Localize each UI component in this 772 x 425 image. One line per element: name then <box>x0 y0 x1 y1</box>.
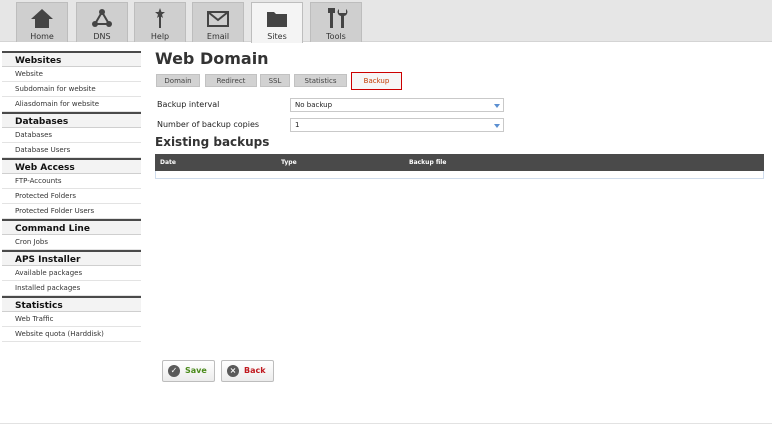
column-header-type[interactable]: Type <box>281 159 297 166</box>
column-header-date[interactable]: Date <box>160 159 176 166</box>
existing-backups-title: Existing backups <box>155 135 270 149</box>
chevron-down-icon <box>494 124 500 128</box>
sidebar-item-subdomain[interactable]: Subdomain for website <box>2 82 141 97</box>
top-navigation: Home DNS Help Email Sites Tools <box>0 0 772 43</box>
page-title: Web Domain <box>155 49 269 68</box>
backup-copies-label: Number of backup copies <box>157 120 260 129</box>
tools-icon <box>328 8 348 28</box>
backup-interval-select[interactable]: No backup <box>290 98 504 112</box>
dns-network-icon <box>92 9 112 27</box>
nav-tab-home[interactable]: Home <box>16 2 68 42</box>
footer-divider <box>0 423 772 424</box>
envelope-icon <box>207 11 229 27</box>
column-header-backup-file[interactable]: Backup file <box>409 159 446 166</box>
tab-backup[interactable]: Backup <box>351 72 402 90</box>
main-content: Web Domain Domain Redirect SSL Statistic… <box>155 48 765 179</box>
sidebar-item-protected-folder-users[interactable]: Protected Folder Users <box>2 204 141 219</box>
help-wand-icon <box>155 8 165 28</box>
save-button-label: Save <box>185 366 207 375</box>
home-icon <box>31 9 53 28</box>
nav-tab-dns[interactable]: DNS <box>76 2 128 42</box>
sidebar-item-website[interactable]: Website <box>2 67 141 82</box>
table-header: Date Type Backup file <box>155 154 764 171</box>
backup-copies-value: 1 <box>295 121 300 129</box>
folder-icon <box>267 12 287 27</box>
sidebar-section-web-access: Web Access <box>2 158 141 174</box>
sidebar-item-installed-packages[interactable]: Installed packages <box>2 281 141 296</box>
table-empty-row <box>155 171 764 179</box>
back-button[interactable]: × Back <box>221 360 274 382</box>
tab-ssl[interactable]: SSL <box>260 74 290 87</box>
sidebar-section-websites: Websites <box>2 51 141 67</box>
nav-tab-email[interactable]: Email <box>192 2 244 42</box>
tab-domain[interactable]: Domain <box>156 74 200 87</box>
sidebar-item-database-users[interactable]: Database Users <box>2 143 141 158</box>
nav-tab-sites[interactable]: Sites <box>251 2 303 43</box>
sidebar-item-databases[interactable]: Databases <box>2 128 141 143</box>
save-button[interactable]: ✓ Save <box>162 360 215 382</box>
sidebar-item-web-traffic[interactable]: Web Traffic <box>2 312 141 327</box>
sidebar-item-cron-jobs[interactable]: Cron Jobs <box>2 235 141 250</box>
checkmark-icon: ✓ <box>168 365 180 377</box>
backup-copies-row: Number of backup copies 1 <box>157 118 507 132</box>
sidebar-item-available-packages[interactable]: Available packages <box>2 266 141 281</box>
sidebar-section-statistics: Statistics <box>2 296 141 312</box>
sidebar-item-aliasdomain[interactable]: Aliasdomain for website <box>2 97 141 112</box>
backup-interval-label: Backup interval <box>157 100 220 109</box>
nav-tab-help[interactable]: Help <box>134 2 186 42</box>
sidebar-item-protected-folders[interactable]: Protected Folders <box>2 189 141 204</box>
backup-copies-select[interactable]: 1 <box>290 118 504 132</box>
backup-interval-row: Backup interval No backup <box>157 98 507 112</box>
tab-statistics[interactable]: Statistics <box>294 74 347 87</box>
backups-table: Date Type Backup file <box>155 154 764 179</box>
sidebar: Websites Website Subdomain for website A… <box>2 51 141 342</box>
nav-tab-tools[interactable]: Tools <box>310 2 362 42</box>
sidebar-section-databases: Databases <box>2 112 141 128</box>
tab-redirect[interactable]: Redirect <box>205 74 257 87</box>
sidebar-section-command-line: Command Line <box>2 219 141 235</box>
close-icon: × <box>227 365 239 377</box>
backup-interval-value: No backup <box>295 101 333 109</box>
back-button-label: Back <box>244 366 266 375</box>
sidebar-item-website-quota[interactable]: Website quota (Harddisk) <box>2 327 141 342</box>
chevron-down-icon <box>494 104 500 108</box>
sidebar-item-ftp-accounts[interactable]: FTP-Accounts <box>2 174 141 189</box>
sidebar-section-aps-installer: APS Installer <box>2 250 141 266</box>
